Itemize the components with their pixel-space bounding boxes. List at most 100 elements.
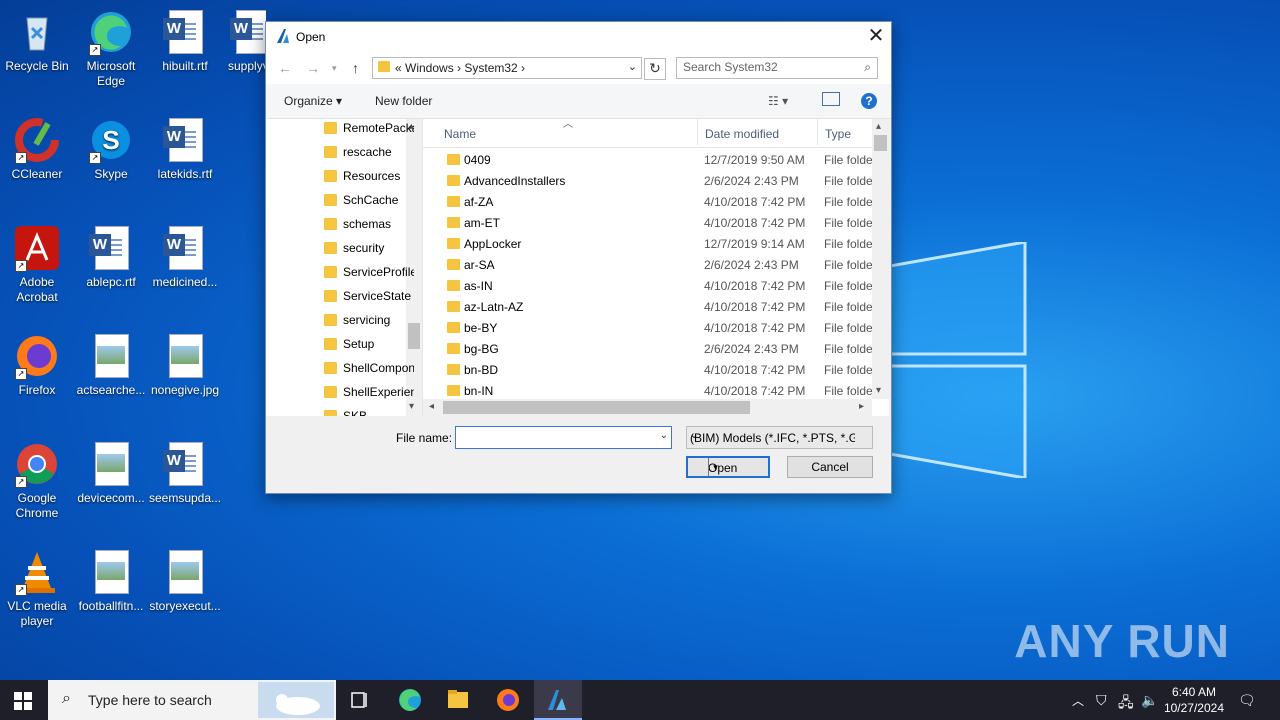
folder-icon (447, 217, 460, 228)
clock[interactable]: 6:40 AM 10/27/2024 (1164, 684, 1224, 716)
desktop-icon-supply[interactable]: W supplyv... (214, 8, 266, 74)
desktop-icon-latekids[interactable]: W latekids.rtf (148, 116, 222, 182)
windows-start-icon[interactable] (14, 692, 32, 710)
column-date-modified[interactable]: Date modified (705, 127, 779, 141)
list-item[interactable]: 0409 12/7/2019 9:50 AM File folder (423, 149, 877, 170)
scroll-up-icon[interactable]: ▴ (876, 121, 881, 132)
desktop-icon-actsearche[interactable]: actsearche... (74, 332, 148, 398)
tree-item[interactable]: security (324, 241, 414, 265)
tree-item[interactable]: ServiceProfiles (324, 265, 414, 289)
address-bar[interactable]: « Windows › System32 › ⌄ (372, 57, 642, 79)
file-name-input[interactable] (456, 427, 654, 446)
file-name-combobox[interactable]: ⌄ (455, 426, 672, 449)
preview-pane-icon[interactable] (822, 92, 840, 106)
list-item[interactable]: bg-BG 2/6/2024 2:43 PM File folder (423, 338, 877, 359)
back-arrow-icon[interactable]: ← (278, 60, 292, 76)
desktop-icon-vlc[interactable]: ↗ VLC media player (0, 548, 74, 629)
command-toolbar: Organize ▾ New folder ☷ ▾ ? (266, 84, 891, 119)
desktop-icon-devicecom[interactable]: devicecom... (74, 440, 148, 506)
close-button[interactable]: ✕ (861, 22, 891, 52)
up-arrow-icon[interactable]: ↑ (352, 60, 359, 76)
view-options-icon[interactable]: ☷ ▾ (768, 94, 788, 108)
chevron-down-icon[interactable]: ⌄ (690, 430, 855, 441)
folder-icon (447, 154, 460, 165)
desktop-icon-nonegive[interactable]: nonegive.jpg (148, 332, 222, 398)
list-item[interactable]: AdvancedInstallers 2/6/2024 2:43 PM File f… (423, 170, 877, 191)
desktop-icon-adobe-acrobat[interactable]: ↗ Adobe Acrobat (0, 224, 74, 305)
list-horizontal-scrollbar[interactable]: ◂ ▸ (423, 399, 872, 416)
list-item[interactable]: af-ZA 4/10/2018 7:42 PM File folder (423, 191, 877, 212)
desktop-icon-seemsupda[interactable]: W seemsupda... (148, 440, 222, 506)
cancel-button[interactable]: Cancel (787, 456, 873, 478)
notifications-icon[interactable]: 🗨 (1238, 692, 1256, 709)
tree-item[interactable]: servicing (324, 313, 414, 337)
desktop-icon-ccleaner[interactable]: ↗ CCleaner (0, 116, 74, 182)
tree-item[interactable]: RemotePackages (324, 121, 414, 145)
desktop-icon-recycle-bin[interactable]: Recycle Bin (0, 8, 74, 74)
show-hidden-icons-chevron-icon[interactable]: ︿ (1072, 692, 1084, 709)
desktop-icon-footballfitn[interactable]: footballfitn... (74, 548, 148, 614)
desktop-icon-medicined[interactable]: W medicined... (148, 224, 222, 290)
volume-icon[interactable]: 🔈 (1141, 692, 1158, 709)
desktop-icon-hibuilt[interactable]: W hibuilt.rtf (148, 8, 222, 74)
desktop-icon-google-chrome[interactable]: ↗ Google Chrome (0, 440, 74, 521)
tree-item[interactable]: Resources (324, 169, 414, 193)
tree-item[interactable]: Setup (324, 337, 414, 361)
tree-item[interactable]: SKB (324, 409, 414, 416)
firefox-taskbar-icon[interactable] (484, 680, 532, 720)
organize-button[interactable]: Organize ▾ (284, 94, 342, 108)
chevron-down-icon[interactable]: ⌄ (660, 430, 668, 441)
tree-item[interactable]: ServiceState (324, 289, 414, 313)
tree-item[interactable]: ShellExperiences (324, 385, 414, 409)
help-icon[interactable]: ? (861, 93, 877, 109)
edge-taskbar-icon[interactable] (386, 680, 434, 720)
word-document-icon: W (161, 8, 209, 56)
horizontal-scroll-thumb[interactable] (443, 401, 750, 414)
recent-locations-chevron-icon[interactable]: ▾ (332, 63, 337, 74)
chevron-down-icon[interactable]: ⌄ (628, 60, 637, 73)
new-folder-button[interactable]: New folder (375, 94, 432, 108)
task-view-icon[interactable] (336, 680, 384, 720)
file-explorer-icon[interactable] (434, 680, 482, 720)
search-input[interactable] (677, 58, 853, 76)
desktop-icon-firefox[interactable]: ↗ Firefox (0, 332, 74, 398)
list-item[interactable]: ar-SA 2/6/2024 2:43 PM File folder (423, 254, 877, 275)
list-item[interactable]: AppLocker 12/7/2019 9:14 AM File folder (423, 233, 877, 254)
open-button[interactable]: Open ▾ (686, 456, 770, 478)
desktop-icon-storyexecut[interactable]: storyexecut... (148, 548, 222, 614)
tree-item[interactable]: SchCache (324, 193, 414, 217)
column-name[interactable]: Name (444, 127, 476, 141)
file-type-select[interactable]: (BIM) Models (*.IFC, *.PTS, *.GM ⌄ (686, 426, 873, 449)
scroll-left-icon[interactable]: ◂ (429, 401, 434, 412)
list-item[interactable]: am-ET 4/10/2018 7:42 PM File folder (423, 212, 877, 233)
desktop-icon-skype[interactable]: S ↗ Skype (74, 116, 148, 182)
list-vertical-scrollbar[interactable]: ▴ ▾ (872, 119, 889, 399)
firefox-icon: ↗ (13, 332, 61, 380)
refresh-button[interactable]: ↻ (644, 58, 666, 80)
open-options-dropdown-icon[interactable]: ▾ (708, 458, 722, 476)
active-app-taskbar-icon[interactable] (534, 680, 582, 720)
list-item[interactable]: bn-IN 4/10/2018 7:42 PM File folder (423, 380, 877, 401)
list-item[interactable]: be-BY 4/10/2018 7:42 PM File folder (423, 317, 877, 338)
list-item[interactable]: as-IN 4/10/2018 7:42 PM File folder (423, 275, 877, 296)
tree-item[interactable]: schemas (324, 217, 414, 241)
list-scroll-thumb[interactable] (874, 135, 887, 151)
security-tray-icon[interactable]: ⛉ (1096, 692, 1107, 709)
folder-icon (324, 338, 337, 350)
scroll-right-icon[interactable]: ▸ (859, 401, 864, 412)
desktop-icon-edge[interactable]: ↗ Microsoft Edge (74, 8, 148, 89)
search-box[interactable]: ⌕ (676, 57, 878, 79)
forward-arrow-icon[interactable]: → (306, 60, 320, 76)
taskbar-search-box[interactable]: ⌕ Type here to search (48, 680, 336, 720)
list-item[interactable]: az-Latn-AZ 4/10/2018 7:42 PM File folder (423, 296, 877, 317)
tree-item[interactable]: ShellComponents (324, 361, 414, 385)
breadcrumb[interactable]: « Windows › System32 › (395, 61, 525, 75)
folder-icon (447, 364, 460, 375)
dialog-titlebar[interactable]: Open ✕ (266, 22, 891, 52)
tree-item[interactable]: rescache (324, 145, 414, 169)
list-item[interactable]: bn-BD 4/10/2018 7:42 PM File folder (423, 359, 877, 380)
network-icon[interactable]: 🖧 (1118, 692, 1134, 716)
scroll-down-icon[interactable]: ▾ (876, 385, 881, 396)
desktop-icon-ablepc[interactable]: W ablepc.rtf (74, 224, 148, 290)
column-type[interactable]: Type (825, 127, 851, 141)
